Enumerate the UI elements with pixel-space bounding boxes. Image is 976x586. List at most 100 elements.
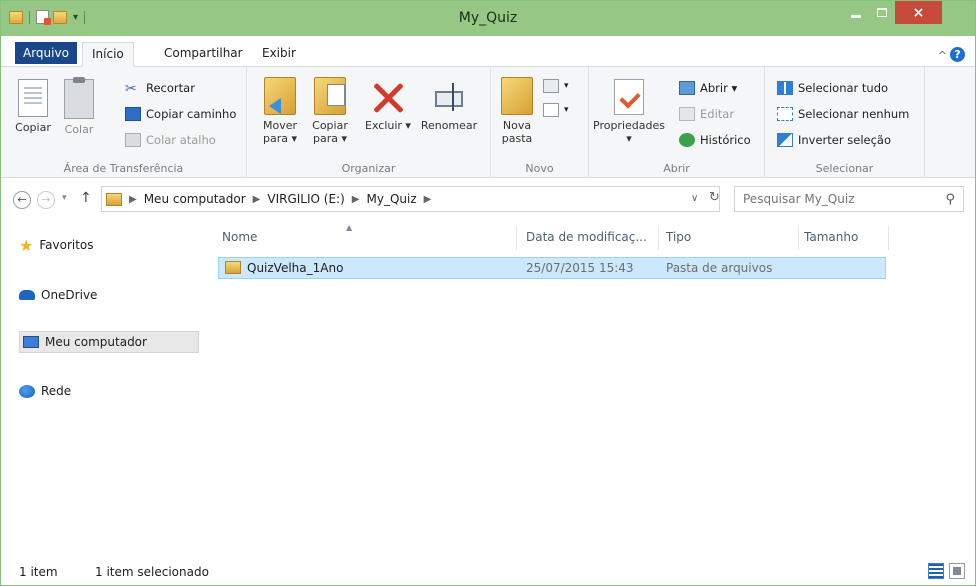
- edit-label: Editar: [700, 107, 735, 121]
- file-name[interactable]: QuizVelha_1Ano: [247, 261, 343, 275]
- delete-button[interactable]: Excluir ▾: [365, 79, 411, 132]
- paste-button[interactable]: Colar: [59, 77, 99, 136]
- star-icon: ★: [19, 235, 34, 255]
- invert-selection-label: Inverter seleção: [798, 133, 891, 147]
- rename-button[interactable]: Renomear: [417, 79, 481, 132]
- nav-item-onedrive[interactable]: OneDrive: [19, 284, 97, 306]
- paste-label: Colar: [64, 123, 94, 136]
- maximize-icon: [877, 8, 887, 17]
- file-modified: 25/07/2015 15:43: [526, 261, 634, 275]
- breadcrumb-virgilio[interactable]: VIRGILIO (E:): [267, 192, 344, 206]
- status-item-count: 1 item: [19, 565, 58, 579]
- close-button[interactable]: ×: [895, 1, 942, 24]
- paste-shortcut-button[interactable]: Colar atalho: [125, 131, 216, 149]
- nav-item-rede[interactable]: Rede: [19, 380, 71, 402]
- breadcrumb-meu-computador[interactable]: Meu computador: [144, 192, 246, 206]
- open-label: Abrir ▾: [700, 81, 738, 95]
- column-header-tipo[interactable]: Tipo: [666, 230, 691, 244]
- nav-item-meu-computador[interactable]: Meu computador: [19, 331, 199, 353]
- new-folder-button[interactable]: Nova pasta: [497, 77, 537, 145]
- search-input[interactable]: [743, 192, 933, 206]
- computer-icon: [23, 336, 39, 348]
- cut-label: Recortar: [146, 81, 195, 95]
- copy-to-button[interactable]: Copiar para ▾: [309, 77, 351, 145]
- open-button[interactable]: Abrir ▾: [679, 79, 737, 97]
- cut-button[interactable]: ✂ Recortar: [125, 79, 195, 97]
- file-list: ▲ Nome Data de modificaç... Tipo Tamanho…: [206, 220, 975, 557]
- tab-compartilhar[interactable]: Compartilhar: [155, 42, 252, 67]
- chevron-right-icon[interactable]: ▶: [253, 194, 261, 205]
- column-divider[interactable]: [658, 226, 659, 250]
- column-divider[interactable]: [798, 226, 799, 250]
- network-icon: [19, 384, 35, 398]
- refresh-icon[interactable]: ↻: [709, 190, 720, 205]
- select-all-button[interactable]: Selecionar tudo: [777, 79, 888, 97]
- group-label-clipboard: Área de Transferência: [63, 162, 184, 175]
- column-divider[interactable]: [888, 226, 889, 250]
- invert-selection-button[interactable]: Inverter seleção: [777, 131, 891, 149]
- title-bar[interactable]: ▾ My_Quiz ×: [1, 1, 975, 36]
- up-button[interactable]: ↑: [80, 190, 92, 206]
- edit-icon: [679, 107, 695, 121]
- copy-path-icon: [125, 107, 141, 121]
- table-row[interactable]: QuizVelha_1Ano 25/07/2015 15:43 Pasta de…: [218, 257, 886, 279]
- tab-exibir[interactable]: Exibir: [253, 42, 305, 67]
- search-icon[interactable]: ⚲: [945, 192, 955, 207]
- onedrive-icon: [19, 290, 35, 300]
- ribbon-collapse-icon[interactable]: ^: [938, 49, 947, 62]
- column-header-nome[interactable]: Nome: [222, 230, 257, 244]
- ribbon: Copiar Colar ✂ Recortar Copiar caminho C…: [1, 67, 975, 178]
- address-history-dropdown-icon[interactable]: ∨: [691, 193, 698, 204]
- forward-button[interactable]: →: [37, 191, 55, 209]
- copy-to-label: Copiar para ▾: [312, 119, 348, 145]
- select-none-label: Selecionar nenhum: [798, 107, 910, 121]
- status-bar: 1 item 1 item selecionado: [1, 557, 975, 585]
- search-box[interactable]: ⚲: [734, 186, 964, 212]
- copy-button[interactable]: Copiar: [13, 79, 53, 134]
- new-folder-label: Nova pasta: [501, 119, 533, 145]
- folder-icon: [225, 261, 241, 274]
- copy-path-button[interactable]: Copiar caminho: [125, 105, 236, 123]
- chevron-right-icon[interactable]: ▶: [129, 194, 137, 205]
- group-label-select: Selecionar: [815, 162, 874, 175]
- ribbon-tabs: Arquivo Início Compartilhar Exibir ^ ?: [1, 36, 975, 67]
- minimize-button[interactable]: [843, 1, 869, 24]
- help-icon[interactable]: ?: [950, 47, 965, 62]
- nav-item-favoritos[interactable]: ★ Favoritos: [19, 234, 94, 256]
- address-bar[interactable]: ▶ Meu computador ▶ VIRGILIO (E:) ▶ My_Qu…: [101, 186, 720, 212]
- edit-button[interactable]: Editar: [679, 105, 734, 123]
- dropdown-icon: ▾: [564, 81, 569, 91]
- explorer-window: ▾ My_Quiz × Arquivo Início Compartilhar …: [0, 0, 976, 586]
- breadcrumb-my-quiz[interactable]: My_Quiz: [366, 192, 416, 206]
- large-icons-view-icon[interactable]: [949, 563, 965, 579]
- column-header-data[interactable]: Data de modificaç...: [526, 230, 647, 244]
- tab-arquivo[interactable]: Arquivo: [15, 42, 77, 64]
- chevron-right-icon[interactable]: ▶: [424, 194, 432, 205]
- column-header-tamanho[interactable]: Tamanho: [804, 230, 858, 244]
- navigation-pane: ★ Favoritos OneDrive Meu computador Rede: [1, 220, 206, 557]
- select-none-button[interactable]: Selecionar nenhum: [777, 105, 909, 123]
- new-item-icon: [543, 79, 559, 93]
- details-view-icon[interactable]: [928, 563, 944, 579]
- properties-button[interactable]: Propriedades ▾: [593, 79, 665, 145]
- easy-access-button[interactable]: ▾: [543, 101, 569, 119]
- sort-ascending-icon: ▲: [346, 223, 353, 232]
- recent-locations-dropdown-icon[interactable]: ▾: [62, 193, 67, 203]
- group-label-organize: Organizar: [341, 162, 396, 175]
- move-to-button[interactable]: Mover para ▾: [259, 77, 301, 145]
- tab-inicio[interactable]: Início: [82, 42, 134, 67]
- select-group: Selecionar tudo Selecionar nenhum Invert…: [765, 67, 925, 178]
- paste-icon: [64, 77, 94, 119]
- nav-item-label: Rede: [41, 384, 72, 398]
- rename-label: Renomear: [420, 119, 478, 132]
- back-button[interactable]: ←: [13, 191, 31, 209]
- history-button[interactable]: Histórico: [679, 131, 751, 149]
- chevron-right-icon[interactable]: ▶: [352, 194, 360, 205]
- rename-icon: [433, 79, 465, 115]
- paste-shortcut-icon: [125, 133, 141, 147]
- history-label: Histórico: [700, 133, 751, 147]
- maximize-button[interactable]: [869, 1, 895, 24]
- new-item-button[interactable]: ▾: [543, 77, 569, 95]
- scissors-icon: ✂: [125, 81, 137, 97]
- column-divider[interactable]: [516, 226, 517, 250]
